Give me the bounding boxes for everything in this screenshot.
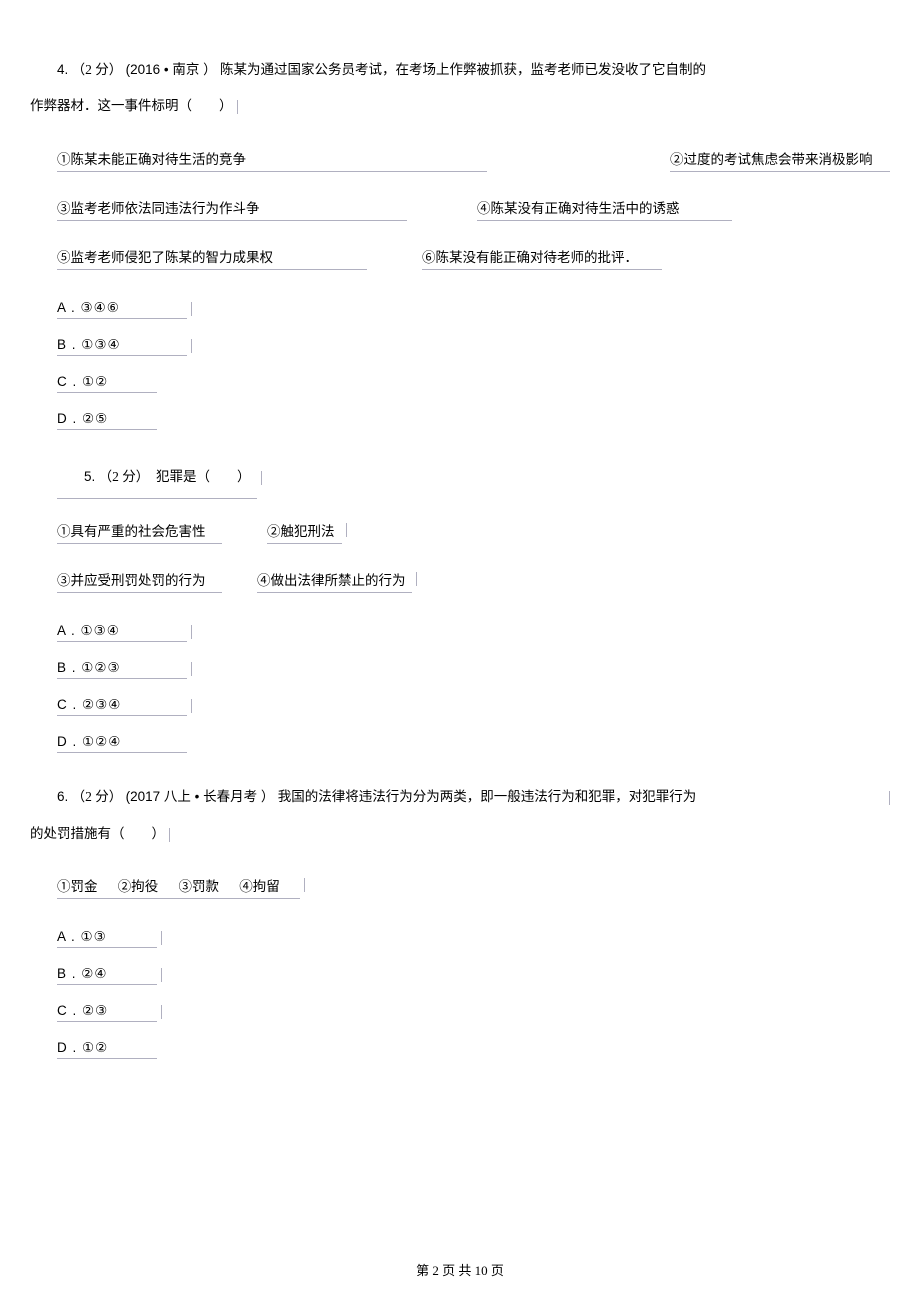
q6-statement-2: ②拘役 — [118, 879, 159, 894]
q5-option-c[interactable]: C . ②③④ — [57, 693, 187, 716]
q4-statement-5: ⑤监考老师侵犯了陈某的智力成果权 — [57, 243, 367, 270]
cursor-mark — [889, 791, 890, 805]
q6-stem-line1: 6. （2 分） (2017 八上 • 长春月考 ） 我国的法律将违法行为分为两… — [30, 779, 890, 815]
cursor-mark — [169, 828, 170, 842]
document-page: 4. （2 分） (2016 • 南京 ） 陈某为通过国家公务员考试，在考场上作… — [0, 0, 920, 1073]
q6-option-d[interactable]: D . ①② — [57, 1036, 157, 1059]
cursor-mark — [237, 100, 238, 114]
q6-option-a[interactable]: A . ①③ — [57, 925, 157, 948]
cursor-mark — [161, 1005, 162, 1019]
q4-statement-1: ①陈某未能正确对待生活的竞争 — [57, 145, 487, 172]
q6-statement-4: ④拘留 — [239, 879, 280, 894]
cursor-mark — [191, 339, 192, 353]
q6-statement-group: ①罚金 ②拘役 ③罚款 ④拘留 — [57, 872, 300, 899]
q4-statement-2: ②过度的考试焦虑会带来消极影响 — [670, 145, 890, 172]
cursor-mark — [191, 699, 192, 713]
question-5: 5. （2 分） 犯罪是（ ） ①具有严重的社会危害性 ②触犯刑法 ③并应受刑罚… — [30, 456, 890, 767]
q5-statements-row1: ①具有严重的社会危害性 ②触犯刑法 — [57, 517, 890, 544]
cursor-mark — [346, 523, 347, 537]
cursor-mark — [191, 662, 192, 676]
q5-option-d[interactable]: D . ①②④ — [57, 730, 187, 753]
q5-statement-1: ①具有严重的社会危害性 — [57, 517, 222, 544]
q6-statements-row: ①罚金 ②拘役 ③罚款 ④拘留 — [57, 872, 890, 899]
q5-option-a[interactable]: A . ①③④ — [57, 619, 187, 642]
cursor-mark — [261, 471, 262, 485]
q4-statement-6: ⑥陈某没有能正确对待老师的批评． — [422, 243, 662, 270]
question-6: 6. （2 分） (2017 八上 • 长春月考 ） 我国的法律将违法行为分为两… — [30, 779, 890, 1073]
question-4: 4. （2 分） (2016 • 南京 ） 陈某为通过国家公务员考试，在考场上作… — [30, 52, 890, 444]
cursor-mark — [304, 878, 305, 892]
q6-option-c[interactable]: C . ②③ — [57, 999, 157, 1022]
cursor-mark — [191, 625, 192, 639]
q4-option-d[interactable]: D . ②⑤ — [57, 407, 157, 430]
cursor-mark — [191, 302, 192, 316]
q6-statement-3: ③罚款 — [179, 879, 220, 894]
q4-option-c[interactable]: C . ①② — [57, 370, 157, 393]
q6-statement-1: ①罚金 — [57, 879, 98, 894]
q5-statement-2: ②触犯刑法 — [267, 517, 342, 544]
q4-statements-row2: ③监考老师依法同违法行为作斗争 ④陈某没有正确对待生活中的诱惑 — [57, 194, 890, 221]
q4-statement-3: ③监考老师依法同违法行为作斗争 — [57, 194, 407, 221]
cursor-mark — [416, 572, 417, 586]
q5-statement-4: ④做出法律所禁止的行为 — [257, 566, 412, 593]
q5-statement-3: ③并应受刑罚处罚的行为 — [57, 566, 222, 593]
q4-statements-row3: ⑤监考老师侵犯了陈某的智力成果权 ⑥陈某没有能正确对待老师的批评． — [57, 243, 890, 270]
page-footer: 第 2 页 共 10 页 — [0, 1260, 920, 1279]
q5-statements-row2: ③并应受刑罚处罚的行为 ④做出法律所禁止的行为 — [57, 566, 890, 593]
q4-stem-line2: 作弊器材．这一事件标明（ ） — [30, 88, 890, 124]
q5-option-b[interactable]: B . ①②③ — [57, 656, 187, 679]
q6-option-b[interactable]: B . ②④ — [57, 962, 157, 985]
q6-stem-line2: 的处罚措施有（ ） — [30, 816, 890, 852]
q4-statements-row1: ①陈某未能正确对待生活的竞争 ②过度的考试焦虑会带来消极影响 — [57, 145, 890, 172]
cursor-mark — [161, 931, 162, 945]
q4-option-a[interactable]: A . ③④⑥ — [57, 296, 187, 319]
q4-option-b[interactable]: B . ①③④ — [57, 333, 187, 356]
q4-statement-4: ④陈某没有正确对待生活中的诱惑 — [477, 194, 732, 221]
q5-stem: 5. （2 分） 犯罪是（ ） — [30, 456, 890, 499]
cursor-mark — [161, 968, 162, 982]
q4-stem-line1: 4. （2 分） (2016 • 南京 ） 陈某为通过国家公务员考试，在考场上作… — [30, 52, 890, 88]
